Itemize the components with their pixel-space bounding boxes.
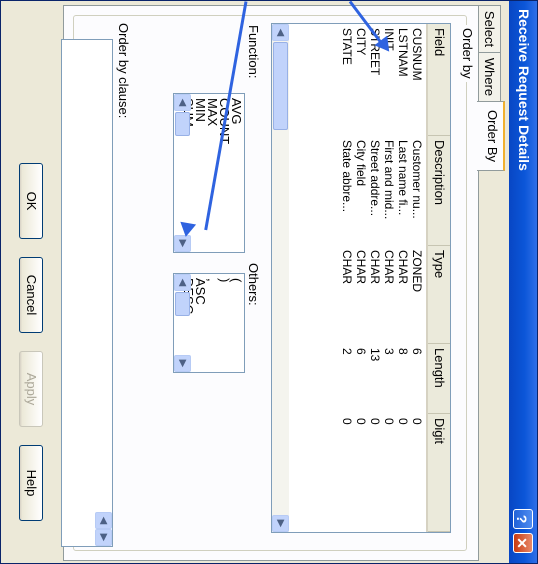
scroll-down-icon[interactable]: ▶ (174, 355, 191, 372)
table-cell: 6 (410, 348, 424, 355)
scroll-right-icon[interactable]: ▶ (272, 515, 289, 532)
table-cell: State abbre... (340, 140, 354, 213)
others-list[interactable]: (),ASCDESC ◀ ▶ (173, 273, 245, 373)
table-cell: First and mid... (382, 140, 396, 220)
order-by-clause-label: Order by clause: (116, 23, 131, 119)
close-icon[interactable]: ✕ (513, 533, 533, 553)
table-cell: ZONED (410, 250, 424, 292)
cancel-button[interactable]: Cancel (19, 257, 43, 333)
column-header-field[interactable]: Field (428, 24, 450, 136)
scroll-left-icon[interactable]: ◀ (95, 512, 112, 529)
scroll-thumb[interactable] (273, 42, 288, 130)
function-label: Function: (246, 25, 261, 79)
table-cell: CITY (354, 28, 368, 56)
help-icon[interactable]: ? (513, 509, 533, 529)
table-cell: Customer nu... (410, 140, 424, 219)
ok-button[interactable]: OK (19, 163, 43, 239)
tab-select[interactable]: Select (479, 5, 501, 53)
column-header-digit[interactable]: Digit (428, 414, 450, 532)
table-cell: City field (354, 140, 368, 187)
scroll-down-icon[interactable]: ▶ (174, 235, 191, 252)
table-cell: CHAR (368, 250, 382, 285)
order-by-clause-field[interactable]: ◀ ▶ (61, 39, 113, 547)
table-cell: 0 (368, 418, 382, 425)
table-row[interactable]: CITY City field CHAR 6 0 (354, 24, 368, 532)
table-row[interactable]: CUSNUM Customer nu... ZONED 6 0 (410, 24, 424, 532)
field-list-header: Field Description Type Length Digit (426, 24, 450, 532)
table-cell: CHAR (354, 250, 368, 285)
apply-button[interactable]: Apply (19, 351, 43, 427)
field-list[interactable]: Field Description Type Length Digit CUSN… (271, 23, 451, 533)
tab-where[interactable]: Where (479, 52, 501, 102)
table-cell: LSTNAM (396, 28, 410, 77)
column-header-length[interactable]: Length (428, 344, 450, 414)
table-cell: 0 (382, 418, 396, 425)
scroll-thumb[interactable] (175, 112, 190, 136)
scroll-right-icon[interactable]: ▶ (95, 529, 112, 546)
help-button[interactable]: Help (19, 445, 43, 521)
table-cell: STATE (340, 28, 354, 65)
column-header-description[interactable]: Description (428, 136, 450, 246)
table-row[interactable]: INIT First and mid... CHAR 3 0 (382, 24, 396, 532)
tab-order-by[interactable]: Order By (477, 101, 505, 171)
table-cell: 0 (340, 418, 354, 425)
table-cell: Street addre... (368, 140, 382, 217)
dialog-window: Receive Request Details ? ✕ Select Where… (0, 0, 538, 564)
table-cell: CHAR (396, 250, 410, 285)
table-cell: 3 (382, 348, 396, 355)
scroll-up-icon[interactable]: ◀ (174, 274, 191, 291)
column-header-type[interactable]: Type (428, 246, 450, 344)
scroll-left-icon[interactable]: ◀ (272, 24, 289, 41)
scroll-thumb[interactable] (175, 292, 190, 316)
table-cell: CUSNUM (410, 28, 424, 81)
table-cell: 0 (354, 418, 368, 425)
table-cell: 6 (354, 348, 368, 355)
window-title: Receive Request Details (516, 9, 532, 171)
annotation-arrowhead (177, 221, 197, 239)
scroll-up-icon[interactable]: ◀ (174, 94, 191, 111)
table-row[interactable]: LSTNAM Last name fi... CHAR 8 0 (396, 24, 410, 532)
horizontal-scrollbar[interactable]: ◀ ▶ (272, 24, 289, 532)
others-label: Others: (246, 263, 261, 306)
table-cell: CHAR (340, 250, 354, 285)
table-cell: 8 (396, 348, 410, 355)
table-cell: 2 (340, 348, 354, 355)
table-row[interactable]: STREET Street addre... CHAR 13 0 (368, 24, 382, 532)
table-cell: CHAR (382, 250, 396, 285)
title-bar[interactable]: Receive Request Details ? ✕ (509, 1, 537, 563)
table-cell: 0 (396, 418, 410, 425)
table-cell: Last name fi... (396, 140, 410, 216)
table-cell: 0 (410, 418, 424, 425)
table-cell: 13 (368, 348, 382, 362)
group-label: Order by (460, 25, 475, 82)
table-row[interactable]: STATE State abbre... CHAR 2 0 (340, 24, 354, 532)
